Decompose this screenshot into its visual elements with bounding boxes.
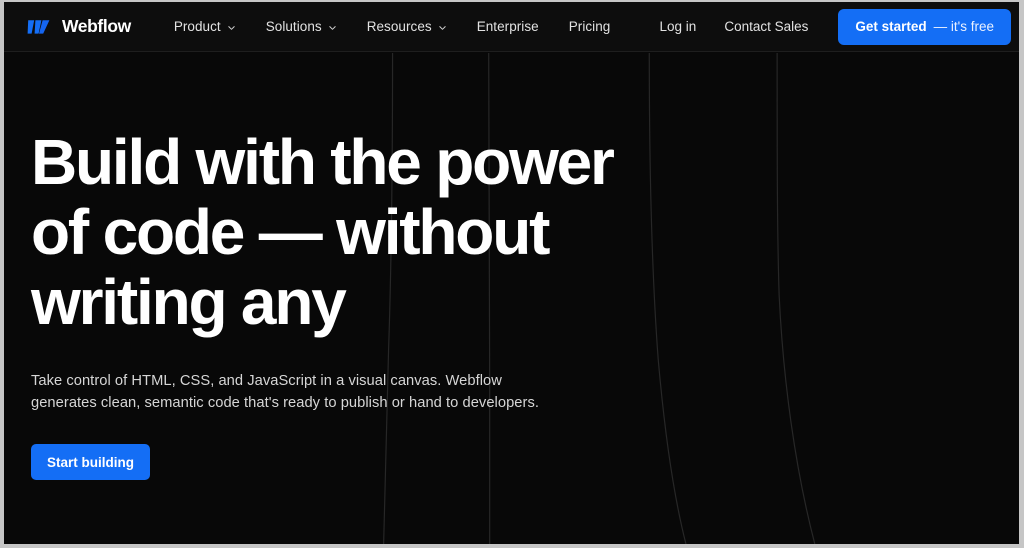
site-navigation-bar: Webflow Product Solutions Resources Ente… <box>4 2 1019 52</box>
login-link[interactable]: Log in <box>646 13 711 40</box>
nav-item-pricing[interactable]: Pricing <box>554 13 626 40</box>
webflow-w-logo-icon <box>27 19 50 34</box>
chevron-down-icon <box>228 25 235 30</box>
get-started-button[interactable]: Get started — it's free <box>838 8 1011 45</box>
chevron-down-icon <box>438 25 446 30</box>
browser-frame: Webflow Product Solutions Resources Ente… <box>0 0 1024 548</box>
chevron-down-icon <box>329 25 336 30</box>
nav-item-label: Enterprise <box>476 19 539 34</box>
webflow-wordmark: Webflow <box>62 15 131 36</box>
get-started-sublabel: — it's free <box>933 19 994 34</box>
hero-content: Build with the power of code — without w… <box>31 53 731 480</box>
page-title: Build with the power of code — without w… <box>31 126 615 338</box>
hero-section: Build with the power of code — without w… <box>4 53 1019 544</box>
primary-nav-items: Product Solutions Resources Enterprise P… <box>159 13 626 40</box>
webflow-logo[interactable]: Webflow <box>27 15 131 36</box>
nav-item-label: Pricing <box>568 19 611 34</box>
get-started-label: Get started <box>855 19 927 34</box>
nav-item-product[interactable]: Product <box>159 13 251 40</box>
start-building-button[interactable]: Start building <box>31 444 150 480</box>
hero-subtext: Take control of HTML, CSS, and JavaScrip… <box>31 373 539 411</box>
contact-sales-link[interactable]: Contact Sales <box>710 13 822 40</box>
nav-item-label: Product <box>173 19 221 34</box>
nav-item-enterprise[interactable]: Enterprise <box>462 13 554 40</box>
nav-item-resources[interactable]: Resources <box>352 13 462 40</box>
nav-actions: Log in Contact Sales Get started — it's … <box>646 8 1019 45</box>
nav-item-solutions[interactable]: Solutions <box>251 13 352 40</box>
nav-item-label: Resources <box>366 19 432 34</box>
nav-item-label: Solutions <box>265 19 322 34</box>
